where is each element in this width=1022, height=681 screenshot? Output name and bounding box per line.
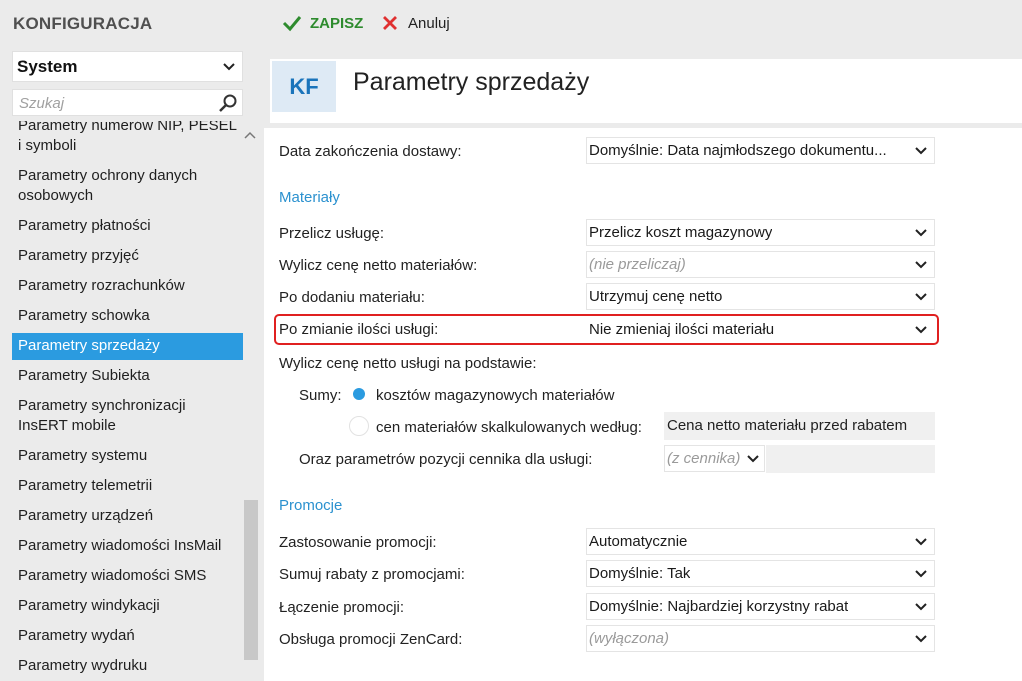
chevron-down-icon — [915, 603, 927, 611]
config-list-item[interactable]: Parametry numerów NIP, PESEL i symboli — [12, 121, 243, 160]
promo-sum-label: Sumuj rabaty z promocjami: — [279, 566, 465, 583]
save-button[interactable]: ZAPISZ — [282, 12, 363, 34]
toolbar: ZAPISZ Anuluj — [258, 0, 1022, 47]
prices-basis-field: Cena netto materiału przed rabatem — [664, 412, 935, 440]
config-list-viewport: Parametry numerów NIP, PESEL i symboli Pa… — [0, 121, 258, 681]
pricelist-params-dropdown[interactable]: (z cennika) — [664, 445, 765, 472]
cancel-button[interactable]: Anuluj — [380, 12, 450, 34]
chevron-down-icon — [915, 538, 927, 546]
pricelist-params-label: Oraz parametrów pozycji cennika dla usłu… — [299, 451, 593, 468]
check-icon — [282, 16, 302, 32]
radio-costs[interactable] — [349, 384, 369, 404]
page-title: Parametry sprzedaży — [353, 68, 590, 96]
net-price-materials-value: (nie przeliczaj) — [589, 256, 686, 273]
net-price-materials-label: Wylicz cenę netto materiałów: — [279, 257, 478, 274]
radio-costs-label: kosztów magazynowych materiałów — [376, 387, 615, 404]
radio-prices[interactable] — [349, 416, 369, 436]
delivery-end-dropdown[interactable]: Domyślnie: Data najmłodszego dokumentu..… — [586, 137, 935, 164]
delivery-end-label: Data zakończenia dostawy: — [279, 143, 462, 160]
promo-join-label: Łączenie promocji: — [279, 599, 405, 616]
after-adding-material-value: Utrzymuj cenę netto — [589, 288, 723, 305]
cancel-label: Anuluj — [408, 14, 450, 32]
chevron-down-icon — [915, 570, 927, 578]
promo-apply-value: Automatycznie — [589, 533, 688, 550]
promo-sum-value: Domyślnie: Tak — [589, 565, 691, 582]
chevron-down-icon — [915, 261, 927, 269]
chevron-down-icon — [915, 635, 927, 643]
recalc-service-dropdown[interactable]: Przelicz koszt magazynowy — [586, 219, 935, 246]
chevron-down-icon — [747, 455, 759, 463]
config-list-item[interactable]: Parametry wiadomości InsMail — [12, 533, 243, 560]
config-list-item[interactable]: Parametry sprzedaży — [12, 333, 243, 360]
promo-zencard-label: Obsługa promocji ZenCard: — [279, 631, 463, 648]
highlight-frame — [274, 314, 939, 345]
after-adding-material-dropdown[interactable]: Utrzymuj cenę netto — [586, 283, 935, 310]
search-icon[interactable] — [218, 93, 238, 113]
promo-join-dropdown[interactable]: Domyślnie: Najbardziej korzystny rabat — [586, 593, 935, 620]
config-list-item[interactable]: Parametry wydruku — [12, 653, 243, 680]
chevron-down-icon — [915, 293, 927, 301]
after-adding-material-label: Po dodaniu materiału: — [279, 289, 425, 306]
config-list: Parametry numerów NIP, PESEL i symboli Pa… — [12, 121, 243, 681]
net-price-materials-dropdown[interactable]: (nie przeliczaj) — [586, 251, 935, 278]
promo-apply-dropdown[interactable]: Automatycznie — [586, 528, 935, 555]
config-list-item[interactable]: Parametry wiadomości SMS — [12, 563, 243, 590]
config-list-item[interactable]: Parametry ochrony danych osobowych — [12, 163, 243, 210]
close-icon — [383, 16, 397, 30]
config-list-item[interactable]: Parametry wydań — [12, 623, 243, 650]
prices-basis-value: Cena netto materiału przed rabatem — [667, 417, 908, 434]
config-list-item[interactable]: Parametry synchronizacji InsERT mobile — [12, 393, 243, 440]
scrollbar-thumb[interactable] — [244, 500, 258, 660]
section-promotions: Promocje — [279, 497, 343, 514]
search-box[interactable] — [12, 89, 243, 116]
promo-join-value: Domyślnie: Najbardziej korzystny rabat — [589, 598, 849, 615]
recalc-service-value: Przelicz koszt magazynowy — [589, 224, 773, 241]
section-materials: Materiały — [279, 189, 340, 206]
pricelist-extra-field — [766, 445, 935, 473]
config-list-item[interactable]: Parametry Subiekta — [12, 363, 243, 390]
promo-zencard-value: (wyłączona) — [589, 630, 670, 647]
module-badge: KF — [272, 61, 336, 112]
search-input[interactable] — [19, 93, 209, 113]
radio-prices-label: cen materiałów skalkulowanych według: — [376, 419, 642, 436]
config-list-item[interactable]: Parametry rozrachunków — [12, 273, 243, 300]
promo-zencard-dropdown[interactable]: (wyłączona) — [586, 625, 935, 652]
system-select-value: System — [17, 57, 78, 76]
net-price-basis-label: Wylicz cenę netto usługi na podstawie: — [279, 355, 537, 372]
config-list-item[interactable]: Parametry schowka — [12, 303, 243, 330]
chevron-down-icon — [223, 63, 235, 71]
recalc-service-label: Przelicz usługę: — [279, 225, 385, 242]
promo-apply-label: Zastosowanie promocji: — [279, 534, 437, 551]
panel-title: KONFIGURACJA — [13, 14, 153, 33]
config-list-item[interactable]: Parametry urządzeń — [12, 503, 243, 530]
scroll-up-icon[interactable] — [244, 130, 256, 140]
delivery-end-value: Domyślnie: Data najmłodszego dokumentu..… — [589, 142, 887, 159]
save-label: ZAPISZ — [310, 14, 364, 32]
sums-label: Sumy: — [299, 387, 342, 404]
promo-sum-dropdown[interactable]: Domyślnie: Tak — [586, 560, 935, 587]
config-list-item[interactable]: Parametry przyjęć — [12, 243, 243, 270]
chevron-down-icon — [915, 229, 927, 237]
system-select[interactable]: System — [12, 51, 243, 82]
config-list-item[interactable]: Parametry płatności — [12, 213, 243, 240]
config-list-item[interactable]: Parametry systemu — [12, 443, 243, 470]
config-panel: KONFIGURACJA System Parametry numerów NI… — [0, 0, 258, 681]
config-list-item[interactable]: Parametry windykacji — [12, 593, 243, 620]
config-list-item[interactable]: Parametry telemetrii — [12, 473, 243, 500]
pricelist-params-value: (z cennika) — [667, 450, 741, 467]
chevron-down-icon — [915, 147, 927, 155]
